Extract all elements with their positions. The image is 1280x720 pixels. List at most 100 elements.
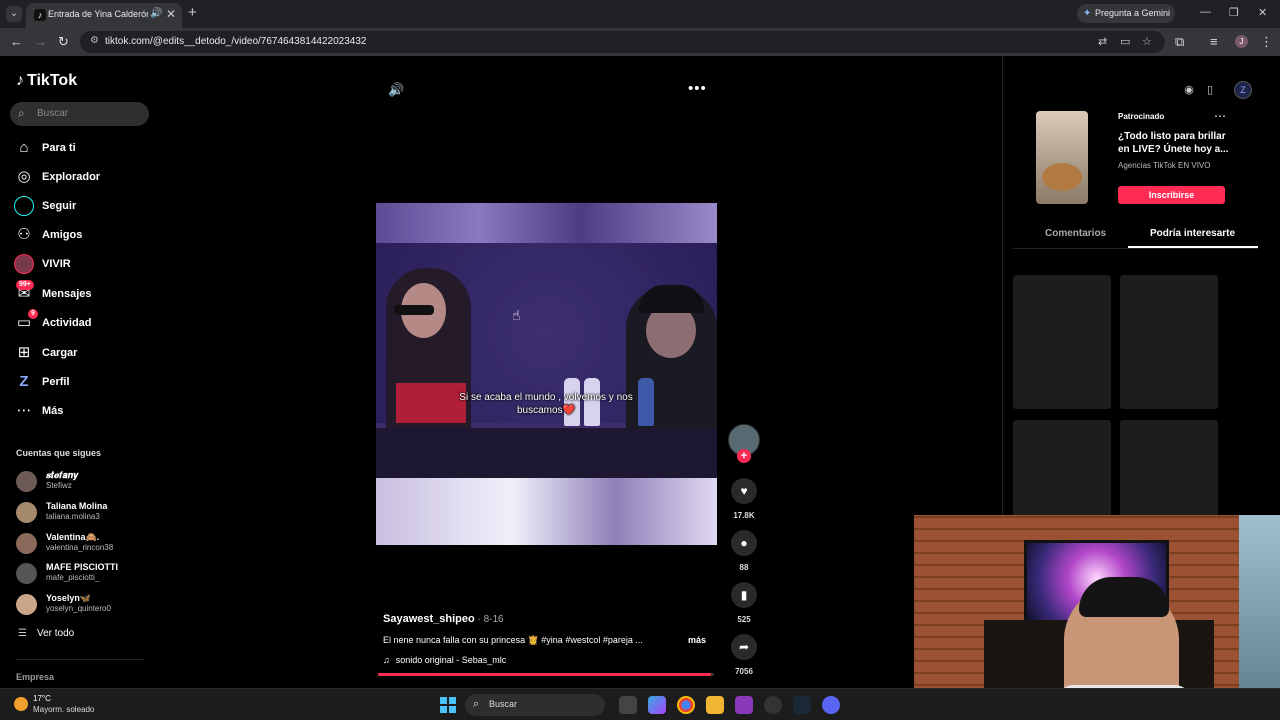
nav-explorador[interactable]: ◎ Explorador [14,165,154,191]
weather-description[interactable]: Mayorm. soleado [33,705,94,714]
following-account[interactable]: MAFE PISCIOTTI mafe_pisciotti_ [16,560,156,588]
following-account[interactable]: Yoselyn🦋 yoselyn_quintero0 [16,591,156,619]
ad-subscribe-button[interactable]: Inscribirse [1118,186,1225,204]
see-all-link[interactable]: ☰ Ver todo [18,628,74,639]
url-field[interactable]: ⚙ tiktok.com/@edits__detodo_/video/76746… [80,31,1165,53]
gemini-button[interactable]: ✦ Pregunta a Gemini [1077,4,1175,23]
compass-icon[interactable]: ◉ [1182,83,1196,97]
comment-count: 88 [739,563,749,572]
post-author[interactable]: Sayawest_shipeo · 8-16 [383,613,504,625]
taskbar-search-input[interactable]: ⌕ Buscar [465,694,605,716]
tabs-divider [1013,248,1258,249]
following-account[interactable]: 𝒔𝒕𝒆𝒇𝒂𝒏𝒚 Stefiwz [16,468,156,496]
nav-mensajes[interactable]: ✉ 99+ Mensajes [14,280,154,308]
close-tab-icon[interactable]: ✕ [166,7,176,21]
nav-label: Mensajes [42,288,92,300]
account-name: 𝒔𝒕𝒆𝒇𝒂𝒏𝒚 [46,470,79,480]
footer-empresa-link[interactable]: Empresa [16,672,54,682]
nav-perfil[interactable]: Z Perfil [14,370,154,396]
minimize-icon[interactable]: — [1200,6,1211,18]
tiktok-logo[interactable]: ♪ TikTok [16,72,77,90]
home-icon: ⌂ [19,139,29,156]
bookmark-star-icon[interactable]: ☆ [1142,35,1152,48]
nav-cargar[interactable]: ⊞ Cargar [14,341,154,367]
music-title: sonido original - Sebas_mlc [395,655,507,665]
video-cap [639,285,704,313]
more-options-icon[interactable]: ••• [688,80,707,97]
comment-button[interactable]: ● [731,530,757,556]
tiktok-note-icon: ♪ [16,72,24,89]
chrome-icon[interactable] [677,696,695,714]
nav-label: Seguir [42,200,77,212]
extensions-icon[interactable]: ⧉ [1175,34,1184,50]
video-subtitle: Si se acaba el mundo , volvemos y nos bu… [459,392,633,416]
site-info-icon[interactable]: ⚙ [90,35,99,46]
nav-para-ti[interactable]: ⌂ Para ti [14,136,154,162]
phone-icon[interactable]: ▯ [1203,83,1217,97]
tab-search-icon[interactable]: ⌄ [6,6,22,22]
close-window-icon[interactable]: ✕ [1258,6,1267,19]
back-icon[interactable]: ← [10,34,23,49]
nav-seguir[interactable]: Seguir [14,194,154,220]
maximize-icon[interactable]: ❐ [1229,6,1239,19]
active-tab-indicator [1128,246,1258,248]
weather-temperature[interactable]: 17°C [33,694,51,703]
divider [16,659,144,660]
like-button[interactable]: ♥ [731,478,757,504]
cast-icon[interactable]: ▭ [1120,35,1130,48]
suggested-video-placeholder[interactable] [1120,275,1218,409]
video-progress-bar[interactable] [378,673,714,676]
tab-podria-interesarte[interactable]: Podría interesarte [1150,228,1235,239]
start-tile [440,697,447,704]
browser-profile-avatar[interactable]: J [1235,35,1248,48]
discord-icon[interactable] [822,696,840,714]
nav-actividad[interactable]: ▭ 9 Actividad [14,309,154,337]
see-all-label: Ver todo [36,628,75,639]
music-link[interactable]: ♫ sonido original - Sebas_mlc [383,655,506,665]
reload-icon[interactable]: ↻ [58,34,69,50]
steam-icon[interactable] [793,696,811,714]
list-icon: ☰ [18,628,27,639]
forward-icon[interactable]: → [34,34,47,49]
media-icon[interactable]: ≡ [1210,34,1218,49]
following-icon [14,196,34,216]
browser-menu-icon[interactable]: ⋮ [1260,34,1273,50]
save-button[interactable]: ▮ [731,582,757,608]
search-input[interactable]: ⌕ Buscar [10,102,149,126]
ad-more-icon[interactable]: ⋯ [1214,109,1226,123]
translate-icon[interactable]: ⇄ [1098,35,1107,48]
account-name: Valentina🙈. [46,532,100,542]
nav-amigos[interactable]: ⚇ Amigos [14,223,154,249]
comment-icon: ● [740,536,748,550]
file-explorer-icon[interactable] [706,696,724,714]
author-name: Sayawest_shipeo [383,613,475,625]
video-table [376,428,717,478]
following-account[interactable]: Taliana Molina taliana.molina3 [16,499,156,527]
speaker-icon[interactable]: 🔊 [150,8,162,19]
save-count: 525 [737,615,751,624]
profile-avatar[interactable]: Z [1234,81,1252,99]
caption-more-button[interactable]: más [688,635,706,645]
share-button[interactable]: ➦ [731,634,757,660]
suggested-video-placeholder[interactable] [1013,275,1111,409]
app-icon[interactable] [764,696,782,714]
video-sunglasses [394,305,434,315]
copilot-icon[interactable] [648,696,666,714]
weather-sun-icon[interactable] [14,697,28,711]
volume-icon[interactable]: 🔊 [388,82,404,98]
tab-comentarios[interactable]: Comentarios [1045,228,1106,239]
nav-mas[interactable]: ⋯ Más [14,399,154,425]
video-can [638,378,654,426]
nav-label: Para ti [42,142,76,154]
nav-vivir[interactable]: VIVIR [14,252,154,278]
browser-tab[interactable]: ♪ Entrada de Yina Calderón c 🔊 ✕ [26,3,182,28]
follow-plus-icon[interactable]: + [737,449,751,463]
avatar [16,594,37,615]
windows-start-icon[interactable] [440,697,456,713]
task-view-icon[interactable] [619,696,637,714]
video-player[interactable]: Si se acaba el mundo , volvemos y nos bu… [376,203,717,545]
following-account[interactable]: Valentina🙈. valentina_rincon38 [16,530,156,558]
app-icon[interactable] [735,696,753,714]
new-tab-icon[interactable]: + [188,4,197,21]
sponsored-ad[interactable]: Patrocinado ⋯ ¿Todo listo para brillar e… [1014,108,1236,206]
